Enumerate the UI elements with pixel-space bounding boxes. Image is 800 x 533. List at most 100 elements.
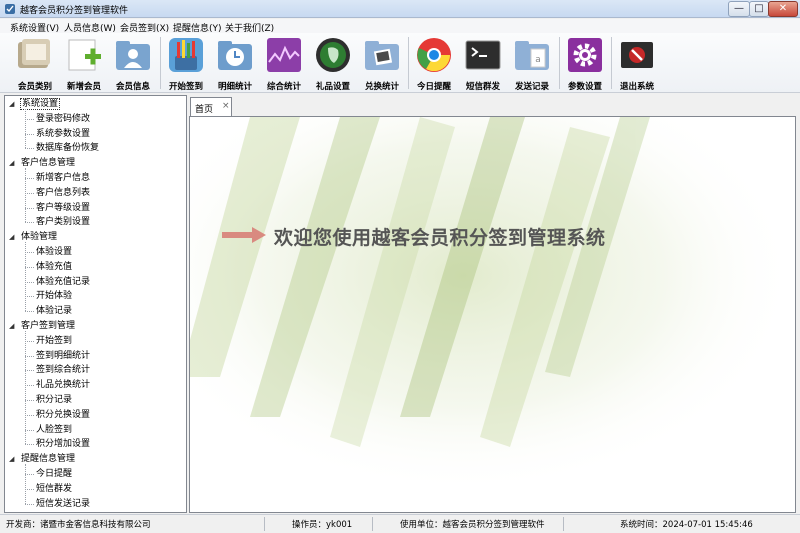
tree-item[interactable]: 体验充值	[36, 260, 72, 274]
tree-expand-icon[interactable]: ◢	[9, 452, 17, 466]
tree-connector	[25, 444, 34, 446]
toolbar-label: 新增会员	[66, 82, 101, 92]
toolbar-label: 今日提醒	[416, 82, 451, 92]
tree-item[interactable]: 积分兑换设置	[36, 408, 90, 422]
home-panel: 欢迎您使用越客会员积分签到管理系统	[189, 116, 796, 513]
tree-item[interactable]: 系统参数设置	[36, 127, 90, 141]
window-title: 越客会员积分签到管理软件	[20, 6, 129, 16]
tab-home[interactable]: 首页 ×	[190, 97, 232, 116]
tree-item[interactable]: 签到明细统计	[36, 349, 90, 363]
tree-item[interactable]: 体验设置	[36, 245, 72, 259]
background-decoration	[190, 117, 795, 512]
photo-folder-icon	[365, 41, 399, 70]
close-button[interactable]: ✕	[768, 1, 798, 17]
tree-group[interactable]: 系统设置	[19, 97, 61, 111]
tree-expand-icon[interactable]: ◢	[9, 156, 17, 170]
title-bar: 越客会员积分签到管理软件 — □ ✕	[0, 0, 800, 18]
tree-item[interactable]: 短信发送记录	[36, 497, 90, 511]
tree-connector	[25, 207, 34, 209]
minimize-icon: —	[734, 3, 744, 14]
welcome-message: 欢迎您使用越客会员积分签到管理系统	[274, 227, 606, 249]
tab-strip: 首页 ×	[189, 95, 796, 116]
tree-connector	[25, 370, 34, 372]
close-icon: ✕	[778, 3, 788, 14]
tree-group[interactable]: 体验管理	[21, 230, 57, 244]
tree-item[interactable]: 开始体验	[36, 289, 72, 303]
tree-item[interactable]: 体验记录	[36, 304, 72, 318]
terminal-icon	[465, 40, 501, 70]
tab-label: 首页	[195, 105, 214, 115]
toolbar: 会员类别 新增会员 会员信息 开始签到 明细统计 综合统计 礼品设置 兑换统计 …	[0, 33, 800, 93]
tree-connector	[25, 311, 34, 313]
add-member-icon	[68, 39, 101, 71]
tree-item[interactable]: 登录密码修改	[36, 112, 90, 126]
toolbar-detail-stats-button[interactable]: 明细统计	[212, 35, 258, 92]
evernote-icon	[316, 38, 350, 72]
tree-item[interactable]: 礼品兑换统计	[36, 378, 90, 392]
toolbar-overall-stats-button[interactable]: 综合统计	[261, 35, 307, 92]
toolbar-sms-broadcast-button[interactable]: 短信群发	[460, 35, 506, 92]
status-developer: 开发商：诸暨市金客信息科技有限公司	[6, 520, 151, 530]
tree-connector	[25, 168, 26, 223]
tab-close-icon[interactable]: ×	[222, 101, 230, 111]
status-separator	[372, 517, 373, 531]
tree-item[interactable]: 开始签到	[36, 334, 72, 348]
tree-expand-icon[interactable]: ◢	[9, 230, 17, 244]
tree-item[interactable]: 人脸签到	[36, 423, 72, 437]
pencil-cup-icon	[169, 38, 203, 72]
tree-group-label: 系统设置	[19, 98, 61, 110]
status-operator: 操作员：yk001	[292, 520, 353, 530]
toolbar-parameter-settings-button[interactable]: 参数设置	[562, 35, 608, 92]
chrome-icon	[417, 38, 451, 72]
minimize-button[interactable]: —	[728, 1, 750, 17]
tree-group-label: 客户信息管理	[21, 158, 76, 169]
toolbar-member-category-button[interactable]: 会员类别	[12, 35, 58, 92]
tree-item[interactable]: 今日提醒	[36, 467, 72, 481]
toolbar-add-member-button[interactable]: 新增会员	[61, 35, 107, 92]
tree-connector	[25, 242, 26, 312]
tree-item[interactable]: 积分增加设置	[36, 437, 90, 451]
menu-bar: 系统设置(V) 人员信息(W) 会员签到(X) 提醒信息(Y) 关于我们(Z)	[0, 19, 800, 34]
toolbar-exchange-stats-button[interactable]: 兑换统计	[359, 35, 405, 92]
toolbar-send-records-button[interactable]: a 发送记录	[509, 35, 555, 92]
tree-item[interactable]: 短信群发	[36, 482, 72, 496]
toolbar-today-reminder-button[interactable]: 今日提醒	[411, 35, 457, 92]
toolbar-label: 退出系统	[619, 82, 654, 92]
tree-group-label: 客户签到管理	[21, 321, 76, 331]
tree-item[interactable]: 积分记录	[36, 393, 72, 407]
svg-text:a: a	[535, 55, 541, 65]
tree-item[interactable]: 签到综合统计	[36, 363, 90, 377]
tree-connector	[25, 414, 34, 416]
history-clock-icon	[218, 41, 252, 70]
tree-expand-icon[interactable]: ◢	[9, 97, 17, 111]
tree-connector	[25, 429, 34, 431]
tree-group[interactable]: 客户签到管理	[21, 319, 75, 333]
tree-item[interactable]: 体验充值记录	[36, 275, 90, 289]
tree-group[interactable]: 提醒信息管理	[21, 452, 75, 466]
toolbar-gift-settings-button[interactable]: 礼品设置	[310, 35, 356, 92]
tree-item[interactable]: 新增客户信息	[36, 171, 90, 185]
status-separator	[264, 517, 265, 531]
tree-expand-icon[interactable]: ◢	[9, 319, 17, 333]
toolbar-exit-button[interactable]: 退出系统	[614, 35, 660, 92]
app-icon	[5, 4, 15, 14]
tree-connector	[25, 385, 34, 387]
tree-connector	[25, 252, 34, 253]
tree-item[interactable]: 数据库备份恢复	[36, 141, 99, 155]
tree-group-label: 提醒信息管理	[21, 454, 76, 465]
toolbar-member-info-button[interactable]: 会员信息	[110, 35, 156, 92]
tree-group[interactable]: 客户信息管理	[21, 156, 75, 170]
status-bar: 开发商：诸暨市金客信息科技有限公司 操作员：yk001 使用单位：越客会员积分签…	[0, 514, 800, 533]
tree-connector	[25, 474, 34, 475]
toolbar-start-checkin-button[interactable]: 开始签到	[163, 35, 209, 92]
activity-chart-icon	[267, 38, 301, 72]
tree-connector	[25, 222, 34, 224]
tree-item[interactable]: 客户信息列表	[36, 186, 90, 200]
gear-icon	[568, 38, 602, 72]
tree-item[interactable]: 客户类别设置	[36, 215, 90, 229]
toolbar-label: 短信群发	[465, 82, 500, 92]
navigation-tree[interactable]: ◢ 系统设置 登录密码修改 系统参数设置 数据库备份恢复 ◢ 客户信息管理 新增客户信息 客户信…	[4, 95, 187, 513]
tree-item[interactable]: 客户等级设置	[36, 201, 90, 215]
document-folder-icon: a	[515, 41, 549, 70]
maximize-button[interactable]: □	[749, 1, 769, 17]
